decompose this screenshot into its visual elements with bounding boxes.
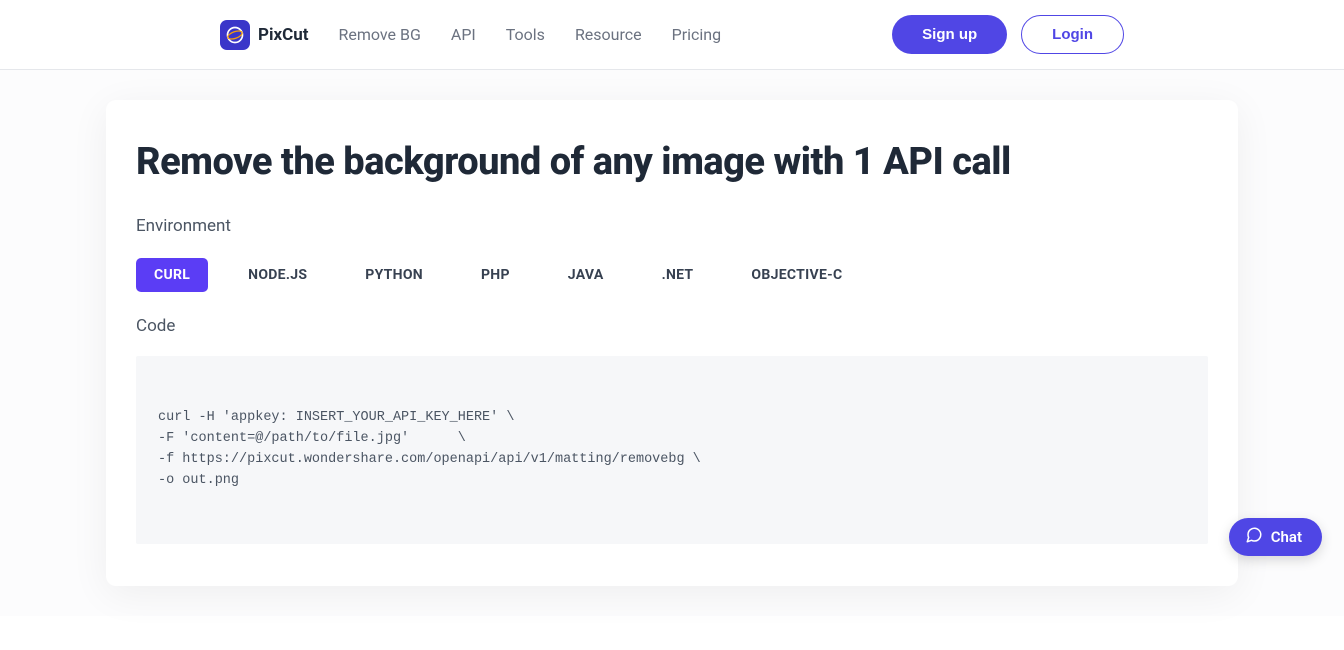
nav-pricing[interactable]: Pricing (672, 25, 722, 44)
header: PixCut Remove BG API Tools Resource Pric… (0, 0, 1344, 70)
content-area: Remove the background of any image with … (0, 70, 1344, 616)
code-label: Code (136, 316, 1208, 336)
logo-icon (220, 20, 250, 50)
page-title: Remove the background of any image with … (136, 140, 1208, 184)
tab-python[interactable]: PYTHON (347, 258, 441, 292)
main-nav: Remove BG API Tools Resource Pricing (339, 25, 893, 44)
nav-resource[interactable]: Resource (575, 25, 642, 44)
chat-icon (1245, 526, 1263, 548)
nav-tools[interactable]: Tools (506, 25, 545, 44)
environment-label: Environment (136, 216, 1208, 236)
chat-label: Chat (1271, 528, 1302, 546)
tab-curl[interactable]: CURL (136, 258, 208, 292)
tab-node[interactable]: NODE.JS (230, 258, 325, 292)
tab-dotnet[interactable]: .NET (644, 258, 712, 292)
signup-button[interactable]: Sign up (892, 15, 1007, 54)
environment-tabs: CURL NODE.JS PYTHON PHP JAVA .NET OBJECT… (136, 258, 1208, 292)
tab-objective-c[interactable]: OBJECTIVE-C (733, 258, 860, 292)
code-block[interactable]: curl -H 'appkey: INSERT_YOUR_API_KEY_HER… (136, 356, 1208, 544)
nav-remove-bg[interactable]: Remove BG (339, 25, 421, 44)
api-card: Remove the background of any image with … (106, 100, 1238, 586)
brand-logo[interactable]: PixCut (220, 20, 309, 50)
nav-api[interactable]: API (451, 25, 476, 44)
login-button[interactable]: Login (1021, 15, 1124, 54)
auth-buttons: Sign up Login (892, 15, 1124, 54)
brand-name: PixCut (258, 25, 309, 45)
tab-java[interactable]: JAVA (550, 258, 622, 292)
chat-button[interactable]: Chat (1229, 518, 1322, 556)
tab-php[interactable]: PHP (463, 258, 528, 292)
